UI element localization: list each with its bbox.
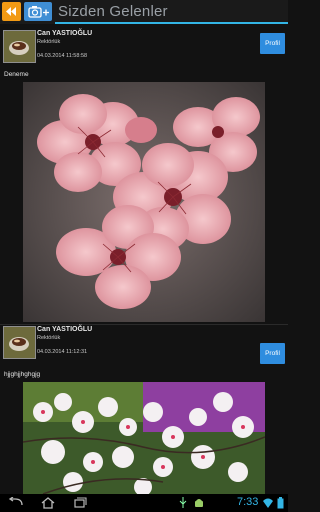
avatar[interactable] bbox=[3, 30, 36, 63]
post-divider bbox=[0, 324, 288, 325]
system-nav-bar: 7:33 bbox=[0, 494, 288, 512]
post-header: Can YASTIOĞLU Rektörlük 04.03.2014 11:12… bbox=[0, 326, 288, 366]
top-bar: Sizden Gelenler bbox=[0, 0, 288, 24]
usb-icon bbox=[179, 497, 187, 508]
battery-icon bbox=[277, 497, 284, 509]
avatar[interactable] bbox=[3, 326, 36, 359]
camera-add-icon bbox=[28, 6, 49, 18]
home-icon[interactable] bbox=[40, 497, 56, 509]
post-header: Can YASTIOĞLU Rektörlük 04.03.2014 11:58… bbox=[0, 30, 288, 70]
title-underline bbox=[55, 22, 288, 24]
post-image[interactable] bbox=[23, 82, 265, 322]
camera-add-button[interactable] bbox=[24, 2, 52, 21]
author-name: Can YASTIOĞLU bbox=[37, 30, 93, 37]
author-department: Rektörlük bbox=[37, 39, 61, 45]
back-icon[interactable] bbox=[8, 497, 24, 509]
post-image[interactable] bbox=[23, 382, 265, 494]
android-icon bbox=[195, 499, 203, 507]
profile-button[interactable]: Profil bbox=[260, 343, 285, 364]
post-text: Deneme bbox=[4, 71, 29, 78]
author-department: Rektörlük bbox=[37, 335, 61, 341]
wifi-icon bbox=[263, 498, 273, 508]
post-timestamp: 04.03.2014 11:58:58 bbox=[37, 53, 88, 59]
rewind-icon bbox=[6, 7, 16, 16]
post-timestamp: 04.03.2014 11:12:31 bbox=[37, 349, 88, 355]
page-title: Sizden Gelenler bbox=[58, 3, 168, 20]
clock: 7:33 bbox=[237, 496, 259, 508]
rewind-button[interactable] bbox=[2, 2, 21, 21]
recent-apps-icon[interactable] bbox=[72, 497, 88, 509]
profile-button[interactable]: Profil bbox=[260, 33, 285, 54]
post-text: hjjghjjhghgjg bbox=[4, 371, 41, 378]
author-name: Can YASTIOĞLU bbox=[37, 326, 93, 333]
